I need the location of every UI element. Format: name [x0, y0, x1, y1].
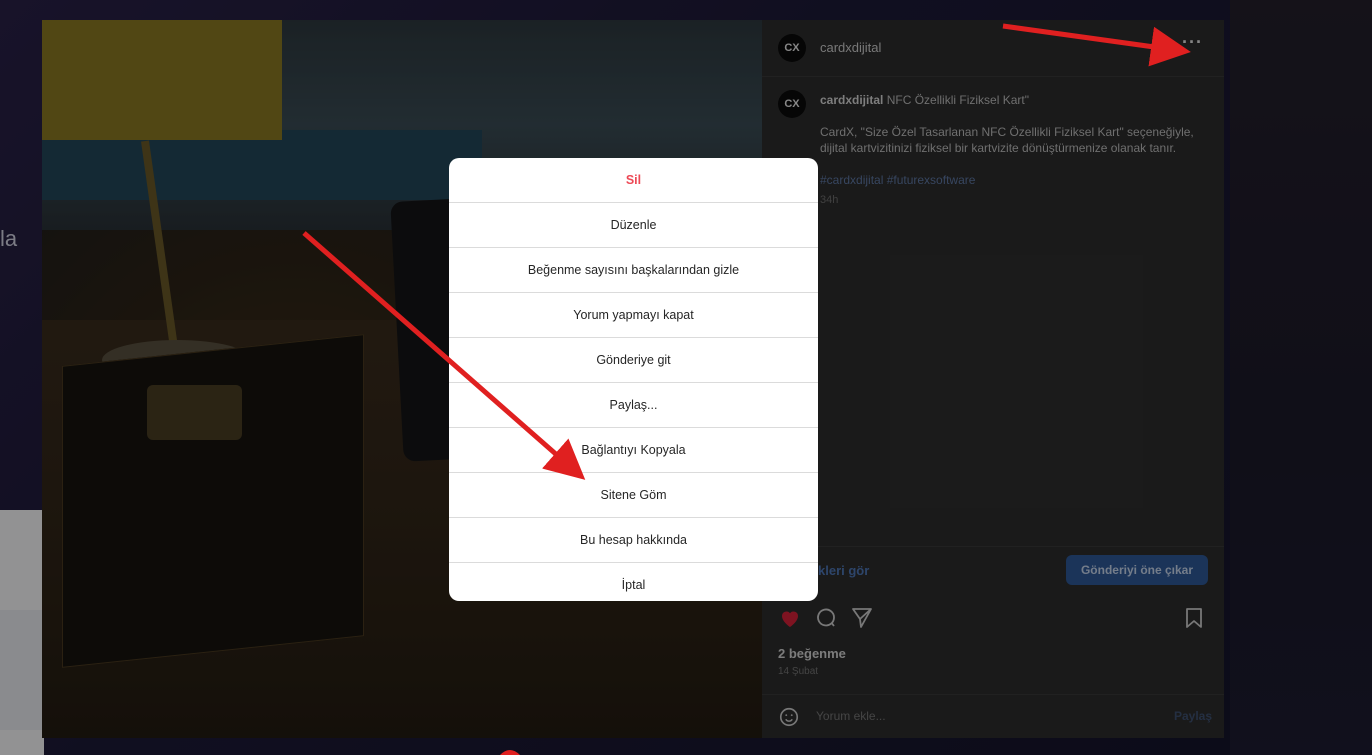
option-turn-off-comments[interactable]: Yorum yapmayı kapat [449, 293, 818, 338]
option-copy-link[interactable]: Bağlantıyı Kopyala [449, 428, 818, 473]
option-delete[interactable]: Sil [449, 158, 818, 203]
post-options-dialog: Sil Düzenle Beğenme sayısını başkalarınd… [449, 158, 818, 601]
option-go-to-post[interactable]: Gönderiye git [449, 338, 818, 383]
option-edit[interactable]: Düzenle [449, 203, 818, 248]
option-hide-like-count[interactable]: Beğenme sayısını başkalarından gizle [449, 248, 818, 293]
option-embed[interactable]: Sitene Göm [449, 473, 818, 518]
option-share[interactable]: Paylaş... [449, 383, 818, 428]
option-about-account[interactable]: Bu hesap hakkında [449, 518, 818, 563]
option-cancel[interactable]: İptal [449, 563, 818, 601]
